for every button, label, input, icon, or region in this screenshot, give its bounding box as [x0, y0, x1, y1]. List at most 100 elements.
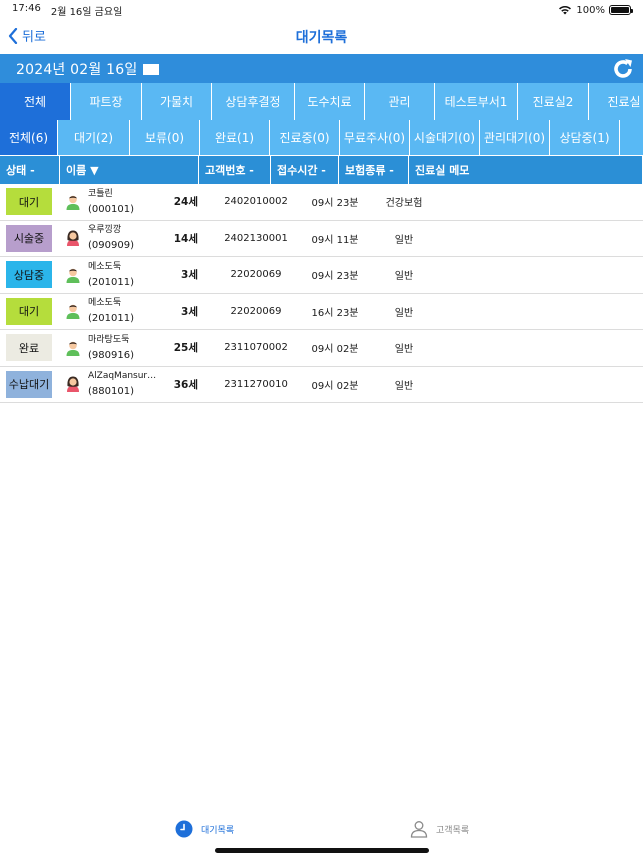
department-tab[interactable]: 파트장 [71, 83, 142, 120]
column-header[interactable]: 이름 ▼ [60, 156, 199, 184]
patient-name: 우루낑깡 (090909) [88, 223, 160, 253]
status-tab[interactable]: 완료(1) [200, 120, 270, 155]
status-badge: 시술중 [6, 224, 52, 252]
insurance-type: 일반 [394, 344, 414, 356]
customer-number: 2311270010 [224, 378, 288, 390]
patient-code: (980916) [88, 349, 134, 361]
status-tab[interactable]: 무료주사(0) [340, 120, 410, 155]
patient-age: 14세 [173, 232, 198, 245]
table-row[interactable]: 수납대기 AlZaqMansuruQat... (880101) 36세 2311270… [0, 367, 643, 403]
patient-name: AlZaqMansuruQat... (880101) [88, 369, 160, 399]
back-label: 뒤로 [22, 30, 46, 45]
table-row[interactable]: 대기 코틀린 (000101) 24세 2402010002 09시 23분 건강보험 [0, 184, 643, 221]
patient-code: (090909) [88, 240, 134, 252]
status-tab[interactable]: 진료중(0) [270, 120, 340, 155]
patient-name: 코틀린 (000101) [88, 187, 160, 217]
department-tab[interactable]: 상담후결정 [212, 83, 295, 120]
reception-time: 09시 11분 [311, 234, 359, 246]
calendar-box-icon[interactable] [143, 64, 160, 75]
person-icon [410, 821, 428, 838]
insurance-type: 일반 [394, 234, 414, 246]
patient-name: 메소도둑 (201011) [88, 296, 160, 326]
patient-code: (000101) [88, 203, 134, 215]
customer-number: 2402010002 [224, 196, 288, 208]
insurance-type: 일반 [394, 271, 414, 283]
date-bar: 2024년 02월 16일 [0, 54, 643, 83]
reception-time: 16시 23분 [311, 307, 359, 319]
patient-name: 마라탕도둑 (980916) [88, 333, 160, 363]
avatar-icon [64, 229, 82, 247]
department-tab[interactable]: 진료실2 [518, 83, 589, 120]
department-tab[interactable]: 가물치 [142, 83, 212, 120]
column-header[interactable]: 접수시간 - [271, 156, 339, 184]
table-header: 상태 - 이름 ▼ 고객번호 - 접수시간 - 보험종류 - 진료실 메모 [0, 156, 643, 184]
insurance-type: 일반 [394, 307, 414, 319]
back-button[interactable]: 뒤로 [8, 26, 46, 45]
status-badge: 수납대기 [6, 370, 52, 398]
department-tab[interactable]: 관리 [365, 83, 435, 120]
status-tab[interactable]: 시술대기(0) [410, 120, 480, 155]
page-title: 대기목록 [295, 30, 348, 46]
date-selector[interactable]: 2024년 02월 16일 [16, 59, 137, 79]
avatar-icon [64, 375, 82, 393]
table-row[interactable]: 대기 메소도둑 (201011) 3세 22020069 16시 23분 일반 [0, 294, 643, 330]
tab-waiting-list-label: 대기목록 [201, 825, 235, 836]
battery-percent: 100% [576, 4, 605, 16]
column-header[interactable]: 보험종류 - [339, 156, 409, 184]
patient-name-text: 메소도둑 [88, 298, 122, 309]
status-badge: 상담중 [6, 261, 52, 289]
patient-age: 25세 [173, 342, 198, 355]
status-tab[interactable]: 보류(0) [130, 120, 200, 155]
refresh-icon[interactable] [611, 57, 635, 81]
status-tab[interactable]: 전체(6) [0, 120, 58, 155]
column-header[interactable]: 고객번호 - [199, 156, 271, 184]
department-tab[interactable]: 테스트부서1 [435, 83, 518, 120]
reception-time: 09시 02분 [311, 380, 359, 392]
department-tab[interactable]: 도수치료 [295, 83, 365, 120]
table-row[interactable]: 시술중 우루낑깡 (090909) 14세 2402130001 09시 11분 일반 [0, 221, 643, 257]
patient-age: 36세 [173, 378, 198, 391]
customer-number: 22020069 [230, 269, 282, 281]
avatar-icon [64, 193, 82, 211]
chevron-left-icon [8, 27, 18, 44]
customer-number: 2311070002 [224, 342, 288, 354]
patient-name-text: 마라탕도둑 [88, 334, 130, 345]
column-header[interactable]: 진료실 메모 [409, 156, 643, 184]
patient-code: (201011) [88, 313, 134, 325]
status-filter-tabs: 전체(6) 대기(2) 보류(0) 완료(1) 진료중(0) 무료주사(0) 시술대기(0)… [0, 120, 643, 155]
patient-name-text: 우루낑깡 [88, 225, 122, 236]
patient-code: (201011) [88, 276, 134, 288]
patient-name-text: 코틀린 [88, 188, 113, 199]
home-indicator [215, 848, 429, 853]
tab-customer-list-label: 고객목록 [436, 825, 470, 836]
clock-icon [175, 820, 193, 838]
insurance-type: 일반 [394, 380, 414, 392]
patient-name-text: 메소도둑 [88, 261, 122, 272]
table-row[interactable]: 완료 마라탕도둑 (980916) 25세 2311070002 09시 02분 일반 [0, 330, 643, 367]
table-row[interactable]: 상담중 메소도둑 (201011) 3세 22020069 09시 23분 일반 [0, 257, 643, 294]
patient-name: 메소도둑 (201011) [88, 260, 160, 290]
department-tab[interactable]: 전체 [0, 83, 71, 120]
wifi-icon [559, 5, 572, 15]
status-badge: 완료 [6, 334, 52, 362]
tab-customer-list[interactable]: 고객목록 [410, 820, 469, 838]
customer-number: 22020069 [230, 305, 282, 317]
status-time: 17:46 [12, 2, 41, 14]
status-tab[interactable]: 대기(2) [58, 120, 130, 155]
avatar-icon [64, 302, 82, 320]
battery-icon [609, 5, 633, 15]
status-bar: 17:46 2월 16일 금요일 100% [0, 0, 643, 20]
patient-name-text: AlZaqMansuruQat... [88, 371, 160, 382]
navigation-bar: 뒤로 대기목록 [0, 20, 643, 54]
status-tab[interactable]: 관리대기(0) [480, 120, 550, 155]
tab-waiting-list[interactable]: 대기목록 [175, 820, 234, 838]
reception-time: 09시 23분 [311, 198, 359, 210]
waiting-list: 대기 코틀린 (000101) 24세 2402010002 09시 23분 건강보험 시술중… [0, 184, 643, 403]
column-header[interactable]: 상태 - [0, 156, 60, 184]
status-badge: 대기 [6, 297, 52, 325]
patient-age: 3세 [181, 305, 198, 318]
status-date: 2월 16일 금요일 [50, 6, 123, 18]
status-tab[interactable]: 상담중(1) [550, 120, 620, 155]
department-tab[interactable]: 진료실 [589, 83, 643, 120]
avatar-icon [64, 266, 82, 284]
